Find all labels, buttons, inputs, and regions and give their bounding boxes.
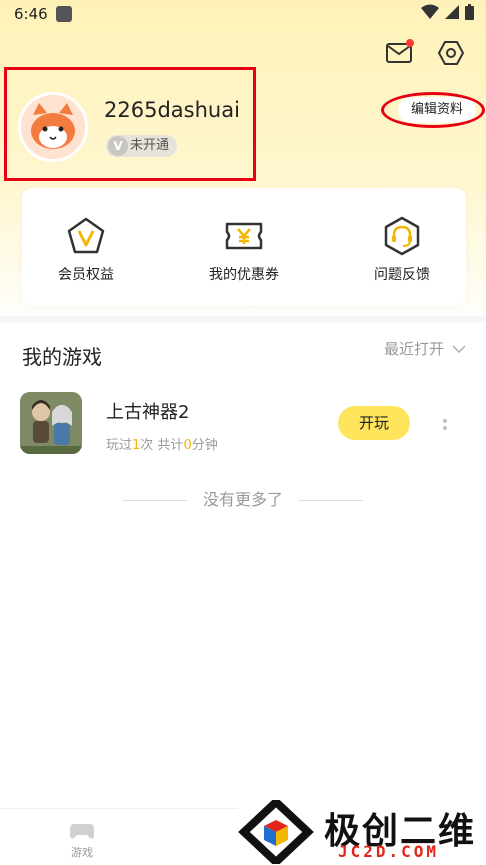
unread-dot <box>406 39 414 47</box>
play-minutes: 0 <box>183 438 192 453</box>
feedback-label: 问题反馈 <box>374 267 430 283</box>
coupon-icon <box>225 222 263 250</box>
feedback-item[interactable]: 问题反馈 <box>342 216 462 284</box>
status-icons <box>421 4 474 20</box>
vip-benefits-item[interactable]: 会员权益 <box>26 216 146 284</box>
vip-status-badge[interactable]: V 未开通 <box>106 135 178 157</box>
section-divider <box>0 316 486 322</box>
watermark-logo <box>238 800 314 864</box>
vip-badge-icon: V <box>108 136 128 156</box>
battery-icon <box>465 4 474 20</box>
vip-status-label: 未开通 <box>130 138 170 153</box>
edit-profile-highlight-circle <box>381 92 485 128</box>
vip-benefits-label: 会员权益 <box>58 267 114 283</box>
end-divider-right <box>299 500 363 501</box>
avatar[interactable] <box>18 92 88 162</box>
chevron-down-icon <box>452 344 466 353</box>
messages-button[interactable] <box>384 38 414 68</box>
watermark: 极创二维 JC2D.COM <box>238 800 486 864</box>
game-title: 上古神器2 <box>106 402 190 423</box>
end-divider-left <box>122 500 187 501</box>
end-of-list-label: 没有更多了 <box>202 490 283 509</box>
username: 2265dashuai <box>104 98 240 122</box>
tab-games[interactable]: 游戏 <box>52 821 112 860</box>
play-button[interactable]: 开玩 <box>338 406 410 440</box>
settings-button[interactable] <box>436 38 466 68</box>
wifi-icon <box>421 4 439 19</box>
fox-avatar-icon <box>21 95 85 159</box>
cellular-icon <box>445 5 459 19</box>
game-characters-icon <box>20 392 82 454</box>
end-of-list: 没有更多了 <box>0 486 486 510</box>
game-list-item[interactable]: 上古神器2 玩过1次 共计0分钟 开玩 <box>0 388 486 460</box>
game-thumbnail[interactable] <box>20 392 82 454</box>
tab-games-label: 游戏 <box>71 846 93 859</box>
status-bar: 6:46 <box>0 0 486 28</box>
headset-icon <box>384 216 420 256</box>
more-vertical-icon <box>443 419 447 430</box>
gear-icon <box>438 41 464 65</box>
watermark-url: JC2D.COM <box>338 842 440 861</box>
vip-pentagon-icon <box>67 217 105 254</box>
sort-label: 最近打开 <box>383 340 444 358</box>
header-actions <box>384 38 466 68</box>
more-options-button[interactable] <box>440 416 450 434</box>
my-coupons-item[interactable]: 我的优惠券 <box>184 216 304 284</box>
sort-dropdown[interactable]: 最近打开 <box>384 338 466 359</box>
shortcut-card: 会员权益 我的优惠券 问题反馈 <box>22 188 466 306</box>
status-time: 6:46 <box>14 5 48 23</box>
game-play-stats: 玩过1次 共计0分钟 <box>106 438 218 453</box>
gamepad-icon <box>70 824 94 839</box>
my-coupons-label: 我的优惠券 <box>209 267 279 283</box>
notification-app-icon <box>56 6 72 22</box>
my-games-title: 我的游戏 <box>22 345 102 369</box>
